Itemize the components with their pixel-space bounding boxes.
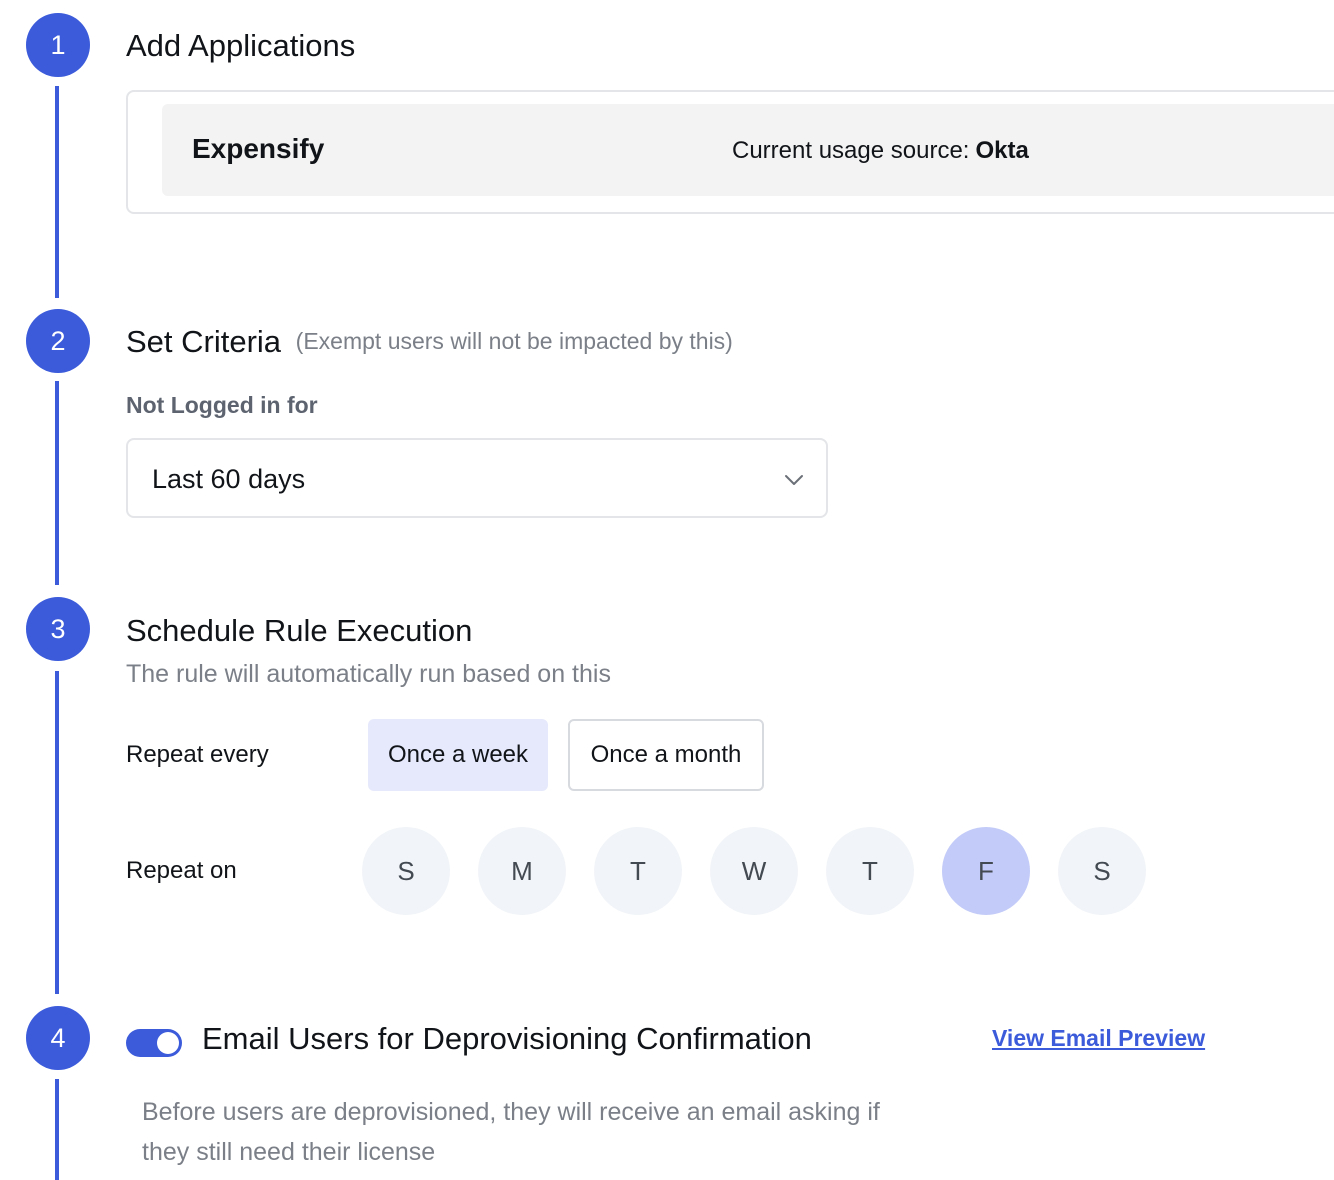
step-4-title: Email Users for Deprovisioning Confirmat… [202, 1021, 812, 1056]
day-friday[interactable]: F [942, 827, 1030, 915]
step-1-title: Add Applications [126, 28, 356, 63]
step-2-badge: 2 [26, 309, 90, 373]
step-3-number: 3 [50, 613, 66, 644]
step-4-badge: 4 [26, 1006, 90, 1070]
day-tuesday[interactable]: T [594, 827, 682, 915]
day-thursday[interactable]: T [826, 827, 914, 915]
criteria-label: Not Logged in for [126, 392, 318, 418]
step-1-number: 1 [50, 29, 66, 60]
once-a-week-option[interactable]: Once a week [368, 719, 548, 791]
day-saturday[interactable]: S [1058, 827, 1146, 915]
chevron-down-icon [785, 475, 803, 485]
day-wednesday[interactable]: W [710, 827, 798, 915]
step-4-number: 4 [50, 1022, 66, 1053]
toggle-knob [157, 1032, 179, 1054]
once-a-month-option[interactable]: Once a month [568, 719, 764, 791]
email-description: Before users are deprovisioned, they wil… [142, 1092, 880, 1172]
repeat-on-label: Repeat on [126, 857, 237, 884]
inactivity-period-value: Last 60 days [152, 464, 306, 494]
usage-source: Current usage source: Okta [732, 137, 1029, 165]
step-2-connector [55, 381, 59, 585]
day-sunday[interactable]: S [362, 827, 450, 915]
step-2-title: Set Criteria (Exempt users will not be i… [126, 324, 733, 360]
step-2-note: (Exempt users will not be impacted by th… [295, 328, 733, 354]
day-monday[interactable]: M [478, 827, 566, 915]
usage-source-label: Current usage source: [732, 137, 970, 164]
step-3-subtitle: The rule will automatically run based on… [126, 660, 611, 688]
step-4-connector [55, 1079, 59, 1180]
email-users-toggle[interactable] [126, 1029, 182, 1057]
step-3-connector [55, 671, 59, 994]
application-name: Expensify [192, 133, 325, 164]
step-2-number: 2 [50, 325, 66, 356]
step-3-badge: 3 [26, 597, 90, 661]
step-1-connector [55, 86, 59, 298]
step-1-badge: 1 [26, 13, 90, 77]
inactivity-period-select[interactable]: Last 60 days [126, 438, 828, 518]
email-description-line-1: Before users are deprovisioned, they wil… [142, 1098, 880, 1126]
usage-source-value: Okta [975, 137, 1029, 164]
email-description-line-2: they still need their license [142, 1138, 436, 1166]
repeat-every-label: Repeat every [126, 741, 269, 768]
view-email-preview-link[interactable]: View Email Preview [992, 1025, 1205, 1052]
step-3-title: Schedule Rule Execution [126, 613, 473, 648]
application-row[interactable]: Expensify Current usage source: Okta [162, 104, 1334, 196]
step-2-title-text: Set Criteria [126, 324, 282, 359]
